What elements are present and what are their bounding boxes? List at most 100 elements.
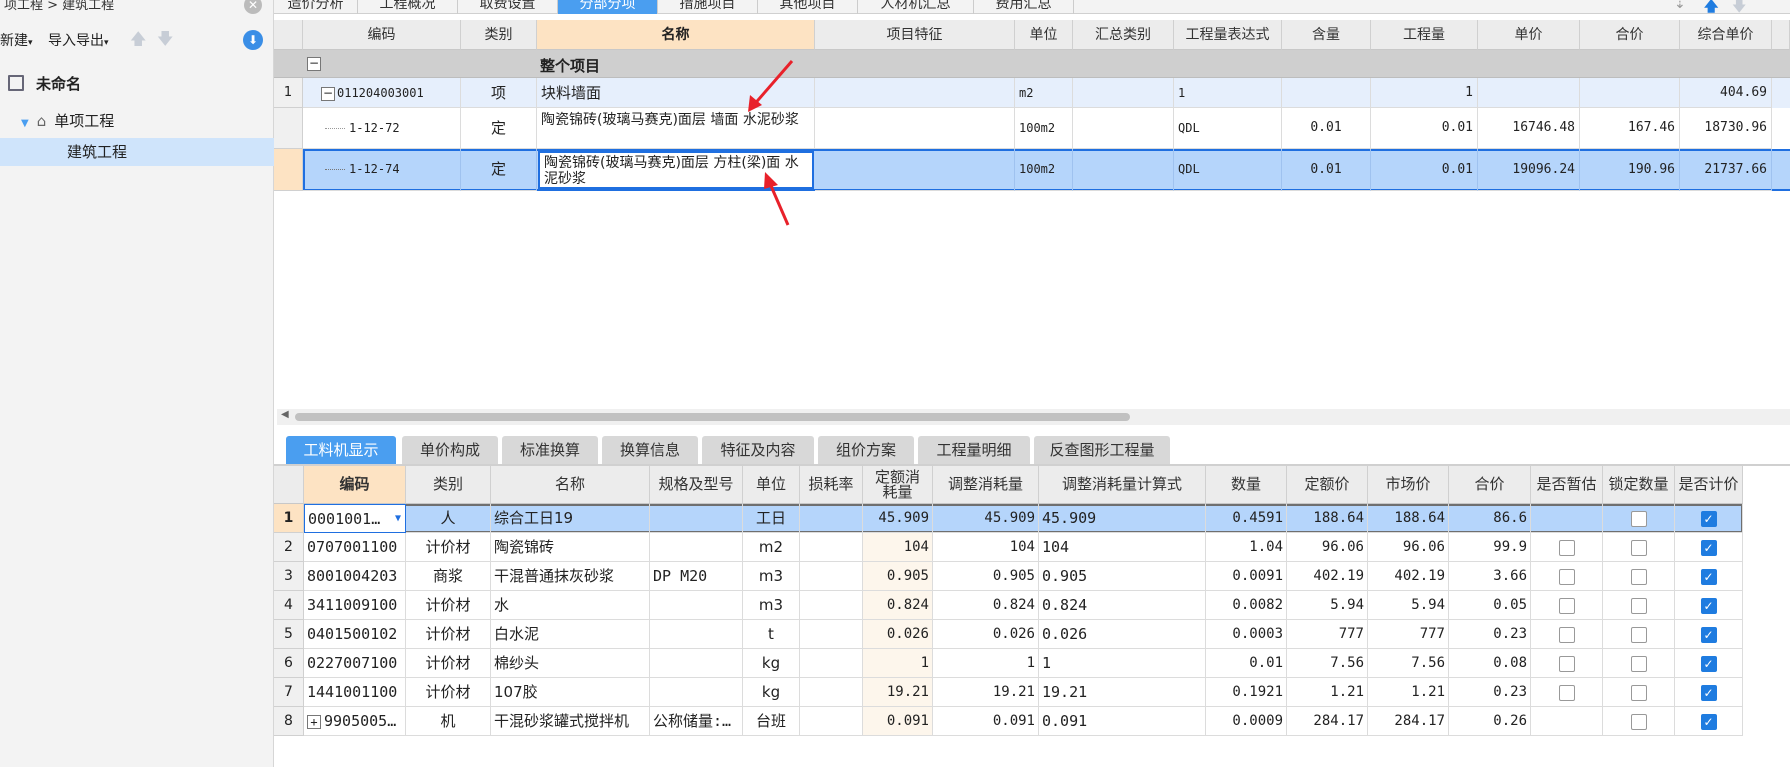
formula-cell[interactable]: 0.091 (1039, 707, 1206, 736)
adjusted-cell[interactable]: 0.824 (933, 591, 1039, 620)
comp-price-cell[interactable]: 404.69 (1680, 78, 1772, 108)
spec-cell[interactable] (650, 533, 743, 562)
tab-material-summary[interactable]: 人材机汇总 (858, 0, 974, 14)
unit-cell[interactable]: kg (743, 649, 800, 678)
code-cell[interactable]: 0401500102 (304, 620, 406, 649)
adjusted-cell[interactable]: 0.091 (933, 707, 1039, 736)
total-cell[interactable]: 0.23 (1449, 620, 1531, 649)
move-up-icon[interactable]: 🡅 (1704, 0, 1718, 20)
summary-cell[interactable] (1073, 149, 1174, 191)
tab-other[interactable]: 其他项目 (758, 0, 858, 14)
loss-cell[interactable] (800, 678, 863, 707)
code-cell[interactable]: 1-12-74 (303, 149, 461, 191)
code-cell[interactable]: 0001001… ▼ (304, 504, 406, 533)
filter-icon[interactable]: ⇣ (1674, 0, 1686, 12)
loss-cell[interactable] (800, 707, 863, 736)
lock-qty-checkbox[interactable] (1630, 684, 1647, 701)
market-price-cell[interactable]: 96.06 (1368, 533, 1449, 562)
unit-cell[interactable]: m3 (743, 562, 800, 591)
col-header[interactable]: 定额消耗量 (863, 466, 933, 504)
quota-cell[interactable]: 104 (863, 533, 933, 562)
lock-qty-checkbox[interactable] (1630, 626, 1647, 643)
col-header[interactable]: 合价 (1449, 466, 1531, 504)
col-header[interactable]: 调整消耗量计算式 (1039, 466, 1206, 504)
col-header[interactable]: 锁定数量 (1603, 466, 1675, 504)
lock-qty-checkbox[interactable] (1630, 597, 1647, 614)
feature-cell[interactable] (815, 108, 1015, 149)
loss-cell[interactable] (800, 620, 863, 649)
market-price-cell[interactable]: 777 (1368, 620, 1449, 649)
col-header[interactable]: 名称 (537, 20, 815, 50)
qty-cell[interactable]: 0.01 (1371, 108, 1478, 149)
type-cell[interactable]: 计价材 (406, 591, 491, 620)
qty-cell[interactable]: 0.01 (1371, 149, 1478, 191)
price-cell[interactable]: 19096.24 (1478, 149, 1580, 191)
total-cell[interactable]: 0.23 (1449, 678, 1531, 707)
qty-cell[interactable]: 0.4591 (1206, 504, 1287, 533)
market-price-cell[interactable]: 1.21 (1368, 678, 1449, 707)
spec-cell[interactable] (650, 591, 743, 620)
col-header[interactable]: 是否计价 (1675, 466, 1743, 504)
qty-cell[interactable]: 0.0003 (1206, 620, 1287, 649)
price-cell[interactable]: 16746.48 (1478, 108, 1580, 149)
col-header[interactable]: 类别 (406, 466, 491, 504)
col-header[interactable]: 单位 (743, 466, 800, 504)
col-header[interactable]: 定额价 (1287, 466, 1368, 504)
quota-cell[interactable]: 45.909 (863, 504, 933, 533)
expr-cell[interactable]: 1 (1174, 78, 1282, 108)
quota-cell[interactable]: 0.026 (863, 620, 933, 649)
total-cell[interactable]: 0.26 (1449, 707, 1531, 736)
adjusted-cell[interactable]: 45.909 (933, 504, 1039, 533)
col-header[interactable]: 工程量表达式 (1174, 20, 1282, 50)
tab-standard-conversion[interactable]: 标准换算 (502, 436, 598, 464)
estimate-checkbox[interactable] (1558, 597, 1575, 614)
spec-cell[interactable] (650, 504, 743, 533)
col-header[interactable]: 类别 (461, 20, 537, 50)
col-header[interactable]: 工程量 (1371, 20, 1478, 50)
type-cell[interactable]: 项 (461, 78, 537, 108)
feature-cell[interactable] (815, 149, 1015, 191)
estimate-checkbox[interactable] (1558, 655, 1575, 672)
qty-cell[interactable]: 0.01 (1206, 649, 1287, 678)
scroll-left-icon[interactable]: ◀ (281, 409, 289, 420)
move-down-icon[interactable]: 🡇 (1732, 0, 1746, 20)
name-cell[interactable]: 综合工日19 (491, 504, 650, 533)
formula-cell[interactable]: 1 (1039, 649, 1206, 678)
lock-qty-checkbox[interactable] (1630, 539, 1647, 556)
qty-cell[interactable]: 1 (1371, 78, 1478, 108)
type-cell[interactable]: 人 (406, 504, 491, 533)
tab-fee-summary[interactable]: 费用汇总 (974, 0, 1074, 14)
content-cell[interactable]: 0.01 (1282, 149, 1371, 191)
code-cell[interactable]: 0707001100 (304, 533, 406, 562)
spec-cell[interactable]: DP M20 (650, 562, 743, 591)
collapse-icon[interactable]: − (307, 57, 321, 71)
market-price-cell[interactable]: 7.56 (1368, 649, 1449, 678)
priced-checkbox[interactable]: ✓ (1700, 655, 1717, 672)
lock-qty-checkbox[interactable] (1630, 510, 1647, 527)
total-cell[interactable]: 0.08 (1449, 649, 1531, 678)
code-cell[interactable]: 0227007100 (304, 649, 406, 678)
unit-cell[interactable]: m3 (743, 591, 800, 620)
total-cell[interactable]: 190.96 (1580, 149, 1680, 191)
new-button[interactable]: 新建▾ (0, 30, 33, 50)
loss-cell[interactable] (800, 562, 863, 591)
tree-item-single[interactable]: ▼ ⌂ 单项工程 (0, 107, 274, 135)
tab-overview[interactable]: 工程概况 (358, 0, 458, 14)
priced-checkbox[interactable]: ✓ (1700, 510, 1717, 527)
type-cell[interactable]: 定 (461, 108, 537, 149)
priced-checkbox[interactable]: ✓ (1700, 568, 1717, 585)
name-cell[interactable]: 干混普通抹灰砂浆 (491, 562, 650, 591)
adjusted-cell[interactable]: 0.905 (933, 562, 1039, 591)
tree-item-building[interactable]: 建筑工程 (0, 138, 274, 166)
col-header[interactable]: 数量 (1206, 466, 1287, 504)
tab-pricing-scheme[interactable]: 组价方案 (818, 436, 914, 464)
code-cell[interactable]: 3411009100 (304, 591, 406, 620)
summary-cell[interactable] (1073, 108, 1174, 149)
code-cell[interactable]: +9905005… (304, 707, 406, 736)
formula-cell[interactable]: 104 (1039, 533, 1206, 562)
estimate-checkbox[interactable] (1558, 539, 1575, 556)
tab-material-display[interactable]: 工料机显示 (286, 436, 396, 464)
unit-cell[interactable]: m2 (1015, 78, 1073, 108)
col-header[interactable]: 含量 (1282, 20, 1371, 50)
total-cell[interactable]: 99.9 (1449, 533, 1531, 562)
